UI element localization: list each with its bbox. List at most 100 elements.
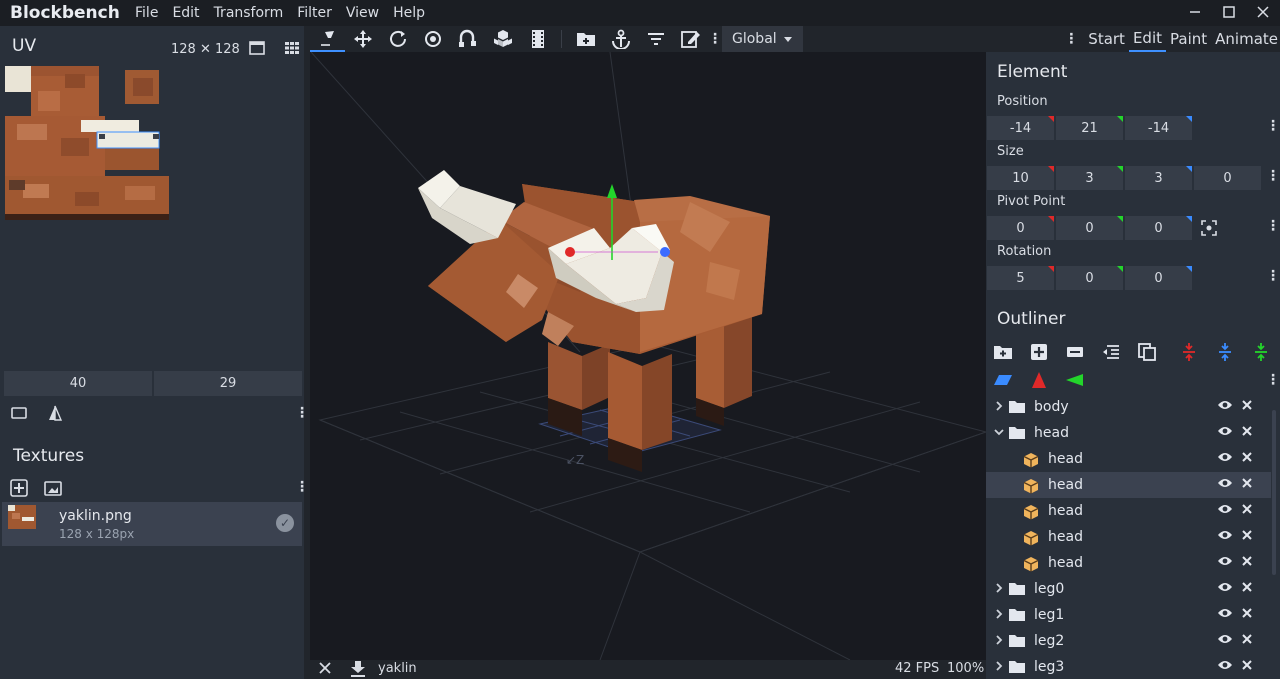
chevron-right-icon[interactable]: [990, 660, 1008, 674]
chevron-right-icon[interactable]: [990, 608, 1008, 622]
rotate-icon[interactable]: [380, 26, 415, 52]
outliner-cube-row[interactable]: head: [986, 446, 1271, 472]
flip-y-icon[interactable]: [1215, 342, 1235, 362]
add-cube-icon[interactable]: [1029, 342, 1049, 362]
visibility-eye-icon[interactable]: [1217, 451, 1233, 467]
visibility-eye-icon[interactable]: [1217, 555, 1233, 571]
close-window-button[interactable]: [1246, 0, 1280, 24]
uv-u-input[interactable]: 40: [4, 371, 152, 396]
delete-x-icon[interactable]: [1241, 451, 1253, 467]
inflate-input[interactable]: 0: [1194, 166, 1261, 190]
pivot-y-input[interactable]: 0: [1056, 216, 1123, 240]
size-y-input[interactable]: 3: [1056, 166, 1123, 190]
add-texture-icon[interactable]: [10, 479, 28, 501]
rotation-x-input[interactable]: 5: [987, 266, 1054, 290]
visibility-eye-icon[interactable]: [1217, 633, 1233, 649]
model-scene[interactable]: ↙Z: [310, 52, 986, 660]
chevron-right-icon[interactable]: [990, 582, 1008, 596]
tab-paint[interactable]: Paint: [1166, 26, 1211, 52]
uv-grid-icon[interactable]: [284, 41, 300, 59]
chevron-down-icon[interactable]: [990, 427, 1008, 440]
film-strip-icon[interactable]: [520, 26, 555, 52]
tab-animate[interactable]: Animate: [1211, 26, 1280, 52]
visibility-eye-icon[interactable]: [1217, 425, 1233, 441]
delete-x-icon[interactable]: [1241, 399, 1253, 415]
download-icon[interactable]: [350, 660, 366, 679]
close-project-icon[interactable]: [318, 661, 332, 679]
toolbar-overflow-icon[interactable]: ⋮: [708, 26, 722, 52]
visibility-eye-icon[interactable]: [1217, 581, 1233, 597]
uv-menu-icon[interactable]: ⋮: [295, 405, 309, 421]
flip-z-icon[interactable]: [1251, 342, 1271, 362]
anchor-icon[interactable]: [603, 26, 638, 52]
visibility-eye-icon[interactable]: [1217, 399, 1233, 415]
pivot-x-input[interactable]: 0: [987, 216, 1054, 240]
red-cone-icon[interactable]: [1029, 370, 1049, 390]
position-z-input[interactable]: -14: [1125, 116, 1192, 140]
pivot-menu-icon[interactable]: ⋮: [1266, 218, 1280, 234]
flip-x-icon[interactable]: [1179, 342, 1199, 362]
delete-x-icon[interactable]: [1241, 659, 1253, 675]
size-menu-icon[interactable]: ⋮: [1266, 168, 1280, 184]
delete-x-icon[interactable]: [1241, 633, 1253, 649]
tab-edit[interactable]: Edit: [1128, 26, 1167, 52]
green-wedge-icon[interactable]: [1065, 370, 1085, 390]
menu-edit[interactable]: Edit: [165, 5, 206, 21]
outliner-group-row[interactable]: leg2: [986, 628, 1271, 654]
texture-checkmark-icon[interactable]: ✓: [276, 514, 294, 532]
delete-x-icon[interactable]: [1241, 607, 1253, 623]
vertex-snap-icon[interactable]: [450, 26, 485, 52]
menu-transform[interactable]: Transform: [207, 5, 291, 21]
outliner-menu-icon[interactable]: ⋮: [1266, 372, 1280, 388]
uv-texture-editor[interactable]: [5, 66, 169, 226]
delete-x-icon[interactable]: [1241, 503, 1253, 519]
position-x-input[interactable]: -14: [987, 116, 1054, 140]
delete-x-icon[interactable]: [1241, 529, 1253, 545]
face-select-icon[interactable]: [10, 405, 28, 425]
filter-icon[interactable]: [638, 26, 673, 52]
move-tool-icon[interactable]: [310, 26, 345, 52]
size-x-input[interactable]: 10: [987, 166, 1054, 190]
outliner-cube-row[interactable]: head: [986, 550, 1271, 576]
modes-menu-icon[interactable]: ⋮: [1064, 31, 1084, 47]
menu-filter[interactable]: Filter: [290, 5, 339, 21]
size-z-input[interactable]: 3: [1125, 166, 1192, 190]
chevron-right-icon[interactable]: [990, 400, 1008, 414]
3d-viewport[interactable]: ↙Z: [310, 52, 986, 660]
add-folder-icon[interactable]: [993, 342, 1013, 362]
menu-view[interactable]: View: [339, 5, 386, 21]
menu-help[interactable]: Help: [386, 5, 432, 21]
delete-x-icon[interactable]: [1241, 477, 1253, 493]
outliner-cube-row[interactable]: head: [986, 498, 1271, 524]
outliner-cube-row[interactable]: head: [986, 524, 1271, 550]
outliner-cube-row[interactable]: head: [986, 472, 1271, 498]
menu-file[interactable]: File: [128, 5, 165, 21]
blue-plane-icon[interactable]: [993, 370, 1013, 390]
outliner-group-row[interactable]: leg0: [986, 576, 1271, 602]
unindent-icon[interactable]: [1101, 342, 1121, 362]
rotation-menu-icon[interactable]: ⋮: [1266, 268, 1280, 284]
visibility-eye-icon[interactable]: [1217, 503, 1233, 519]
outliner-group-row[interactable]: leg3: [986, 654, 1271, 679]
fullscreen-uv-icon[interactable]: [249, 41, 265, 59]
delete-x-icon[interactable]: [1241, 581, 1253, 597]
pivot-z-input[interactable]: 0: [1125, 216, 1192, 240]
translate-icon[interactable]: [345, 26, 380, 52]
rotation-z-input[interactable]: 0: [1125, 266, 1192, 290]
pivot-tool-icon[interactable]: [415, 26, 450, 52]
cubes-icon[interactable]: [485, 26, 520, 52]
outliner-group-row[interactable]: leg1: [986, 602, 1271, 628]
textures-menu-icon[interactable]: ⋮: [295, 479, 309, 495]
add-group-folder-icon[interactable]: [568, 26, 603, 52]
transform-space-select[interactable]: Global: [722, 26, 803, 52]
visibility-eye-icon[interactable]: [1217, 659, 1233, 675]
tab-start[interactable]: Start: [1084, 26, 1129, 52]
delete-x-icon[interactable]: [1241, 555, 1253, 571]
duplicate-icon[interactable]: [1137, 342, 1157, 362]
outliner-scrollbar[interactable]: [1272, 410, 1276, 575]
visibility-eye-icon[interactable]: [1217, 607, 1233, 623]
uv-v-input[interactable]: 29: [154, 371, 302, 396]
visibility-eye-icon[interactable]: [1217, 477, 1233, 493]
texture-item[interactable]: yaklin.png 128 x 128px ✓: [2, 502, 302, 546]
center-pivot-icon[interactable]: [1201, 220, 1217, 240]
